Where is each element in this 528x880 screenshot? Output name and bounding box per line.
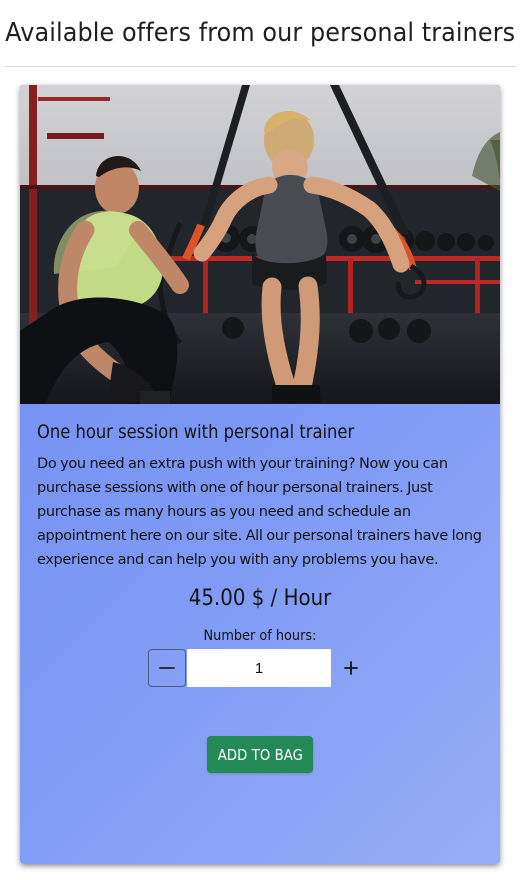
add-to-bag-button[interactable]: ADD TO BAG: [207, 736, 313, 773]
offer-price: 45.00 $ / Hour: [188, 586, 332, 611]
offer-card: One hour session with personal trainer D…: [20, 85, 500, 864]
increase-hours-button[interactable]: [332, 649, 370, 687]
offer-description: Do you need an extra push with your trai…: [37, 456, 482, 568]
add-to-bag-label: ADD TO BAG: [217, 745, 303, 764]
quantity-stepper: [148, 649, 366, 687]
page-header: Available offers from our personal train…: [5, 0, 516, 67]
offer-content: One hour session with personal trainer D…: [37, 421, 483, 572]
decrease-hours-button[interactable]: [148, 649, 186, 687]
offer-image: [20, 85, 500, 404]
page-title: Available offers from our personal train…: [5, 18, 516, 48]
offer-title: One hour session with personal trainer: [37, 421, 355, 443]
minus-icon: [159, 667, 175, 669]
plus-icon: [344, 661, 358, 675]
hours-input[interactable]: [187, 649, 331, 687]
hours-label: Number of hours:: [203, 628, 317, 644]
